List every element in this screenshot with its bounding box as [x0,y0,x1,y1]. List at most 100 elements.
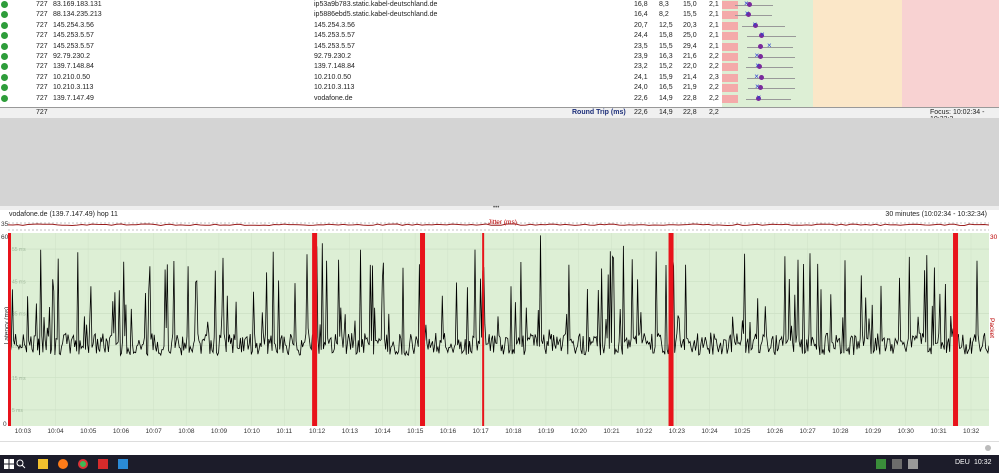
hop-count: 727 [36,94,48,102]
footer-avg: 22,6 [634,109,648,116]
scroll-thumb[interactable] [985,445,991,451]
app-red-icon[interactable] [98,459,108,469]
ms-tick-label: 35 ms [12,311,26,317]
taskbar: DEU 10:32 [0,455,999,473]
current-latency-marker: × [754,51,760,60]
table-row[interactable]: 727 145.254.3.56 145.254.3.56 20,7 12,5 20,3 2… [0,19,999,31]
latency-line [8,235,989,357]
chrome-icon[interactable] [78,459,88,469]
footer-pl: 2,2 [709,109,719,116]
hop-pl: 2,2 [709,94,719,102]
table-row[interactable]: 727 145.253.5.57 145.253.5.57 24,4 15,8 25,0 2… [0,30,999,41]
x-tick-label: 10:12 [309,428,326,435]
x-tick-label: 10:24 [701,428,718,435]
tray-app-icon[interactable] [876,459,886,469]
hop-pl: 2,1 [709,1,719,8]
hop-name: 145.254.3.56 [314,21,355,29]
x-tick-label: 10:23 [668,428,685,435]
hop-table: 727 83.169.183.131 ip53a9b783.static.kabel… [0,0,999,108]
hop-count: 727 [36,42,48,50]
x-tick-label: 10:10 [243,428,260,435]
x-tick-label: 10:14 [374,428,391,435]
hop-avg: 24,1 [634,73,648,81]
ms-tick-label: 45 ms [12,279,26,285]
hop-ip: 10.210.3.113 [53,84,94,92]
graph-range[interactable]: 30 minutes (10:02:34 - 10:32:34) [885,211,987,218]
y-right-top-label: 30 [990,234,998,241]
hop-name: 145.253.5.57 [314,32,355,40]
x-tick-label: 10:32 [963,428,980,435]
latency-range-line [747,36,797,38]
hop-cur: 29,4 [683,42,697,50]
x-tick-label: 10:18 [505,428,522,435]
scroll-bar[interactable] [0,441,999,456]
packet-loss-bar [420,233,426,426]
latency-range-line [735,5,774,6]
hop-avg: 23,5 [634,42,648,50]
hop-pl: 2,1 [709,11,719,19]
hop-ip: 83.169.183.131 [53,1,102,8]
hop-min: 8,3 [659,1,669,8]
current-latency-marker: × [756,92,762,102]
x-axis: 10:03 10:04 10:05 10:06 10:07 10:08 10:09 10:10… [0,428,999,438]
y-left-zero-label: 0 [3,421,7,428]
hop-min: 8,2 [659,11,669,19]
hop-avg: 16,8 [634,1,648,8]
x-tick-label: 10:06 [112,428,130,435]
hop-cur: 21,6 [683,53,697,60]
hop-status-icon [1,42,8,50]
table-row[interactable]: 727 10.210.3.113 10.210.3.113 24,0 16,5 21,9 2… [0,82,999,93]
taskbar-language[interactable]: DEU [955,459,970,466]
x-tick-label: 10:31 [930,428,947,435]
start-icon[interactable] [4,459,14,469]
hop-ip: 139.7.148.84 [53,63,94,71]
search-icon[interactable] [16,459,26,469]
current-latency-marker: × [752,19,758,29]
hop-status-icon [1,94,8,102]
hop-ip: 145.254.3.56 [53,21,94,29]
hop-name: 10.210.0.50 [314,73,351,81]
packet-loss-bar [482,233,485,426]
table-row[interactable]: 727 10.210.0.50 10.210.0.50 24,1 15,9 21,4 2,3… [0,72,999,83]
packet-loss-bar [722,21,738,30]
latency-plot[interactable]: 55 ms45 ms35 ms25 ms15 ms5 ms [8,233,989,426]
hop-avg: 24,4 [634,32,648,40]
hop-cur: 21,4 [683,73,697,81]
hop-avg: 23,2 [634,63,648,71]
packet-loss-bar [722,94,738,103]
hop-min: 15,8 [659,32,673,40]
x-tick-label: 10:08 [178,428,195,435]
table-row[interactable]: 727 88.134.235.213 ip5886ebd5.static.kabel… [0,9,999,20]
firefox-icon[interactable] [58,459,68,469]
current-latency-marker: × [767,40,772,50]
app-blue-icon[interactable] [118,459,128,469]
x-tick-label: 10:16 [439,428,457,435]
hop-cur: 21,9 [683,84,697,92]
explorer-icon[interactable] [38,459,48,469]
taskbar-clock[interactable]: 10:32 [974,459,992,466]
x-tick-label: 10:15 [407,428,424,435]
hop-min: 15,2 [659,63,673,71]
hop-name: ip53a9b783.static.kabel-deutschland.de [314,1,438,8]
footer-min: 14,9 [659,109,673,116]
x-tick-label: 10:05 [80,428,97,435]
packet-loss-bar [722,32,738,41]
hop-cur: 25,0 [683,32,697,40]
tray-network-icon[interactable] [892,459,902,469]
hop-name: vodafone.de [314,94,353,102]
hop-count: 727 [36,84,48,92]
hop-pl: 2,1 [709,32,719,40]
table-row[interactable]: 727 139.7.147.49 vodafone.de 22,6 14,9 22,8 2,… [0,92,999,104]
hop-avg: 23,9 [634,53,648,60]
table-row[interactable]: 727 83.169.183.131 ip53a9b783.static.kabel… [0,0,999,10]
hop-pl: 2,2 [709,84,719,92]
table-row[interactable]: 727 145.253.5.57 145.253.5.57 23,5 15,5 29,4 2… [0,40,999,52]
hop-status-icon [1,63,8,71]
packet-loss-bar [722,53,738,61]
table-row[interactable]: 727 139.7.148.84 139.7.148.84 23,2 15,2 22,0 2… [0,61,999,72]
table-row[interactable]: 727 92.79.230.2 92.79.230.2 23,9 16,3 21,6 2,2… [0,51,999,62]
tray-volume-icon[interactable] [908,459,918,469]
hop-min: 15,9 [659,73,673,81]
hop-status-icon [1,73,8,81]
ms-tick-label: 55 ms [12,247,26,253]
